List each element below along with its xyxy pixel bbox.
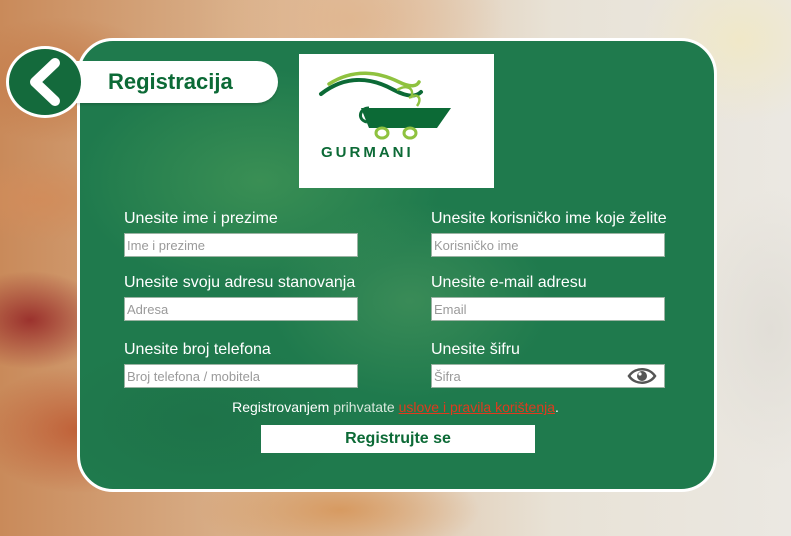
terms-prefix: Registrovanjem bbox=[232, 399, 330, 415]
full-name-label: Unesite ime i prezime bbox=[124, 210, 278, 227]
phone-input[interactable] bbox=[124, 364, 358, 388]
username-label: Unesite korisničko ime koje želite bbox=[431, 210, 667, 227]
register-button[interactable]: Registrujte se bbox=[261, 425, 535, 453]
email-input[interactable] bbox=[431, 297, 665, 321]
page-title: Registracija bbox=[108, 69, 233, 94]
terms-text: Registrovanjem prihvatate uslove i pravi… bbox=[0, 399, 791, 415]
eye-icon[interactable] bbox=[627, 365, 657, 387]
terms-suffix: . bbox=[555, 399, 559, 415]
address-label: Unesite svoju adresu stanovanja bbox=[124, 274, 356, 291]
chevron-left-icon bbox=[9, 49, 81, 115]
full-name-input[interactable] bbox=[124, 233, 358, 257]
back-button[interactable] bbox=[6, 46, 84, 118]
gurmani-logo: GURMANI bbox=[299, 54, 494, 188]
title-banner: Registracija bbox=[64, 61, 278, 103]
terms-middle: prihvatate bbox=[333, 399, 395, 415]
phone-label: Unesite broj telefona bbox=[124, 341, 271, 358]
password-label: Unesite šifru bbox=[431, 341, 520, 358]
logo-wordmark: GURMANI bbox=[321, 144, 414, 161]
email-label: Unesite e-mail adresu bbox=[431, 274, 587, 291]
username-input[interactable] bbox=[431, 233, 665, 257]
terms-link[interactable]: uslove i pravila korištenja bbox=[399, 399, 555, 415]
address-input[interactable] bbox=[124, 297, 358, 321]
